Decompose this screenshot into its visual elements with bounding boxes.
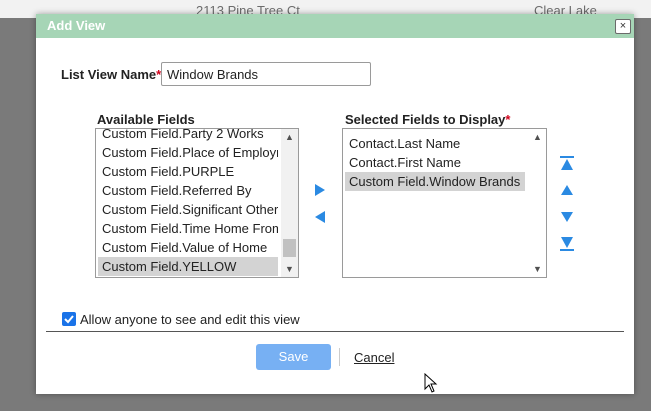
checkmark-icon (64, 315, 74, 324)
move-to-bottom-icon[interactable] (560, 236, 574, 251)
available-field-item[interactable]: Custom Field.Significant Other (98, 200, 278, 219)
move-left-icon[interactable] (314, 210, 326, 224)
scroll-down-icon[interactable]: ▼ (529, 262, 546, 276)
selected-fields-label-text: Selected Fields to Display (345, 112, 506, 127)
dialog-title-bar: Add View × (36, 14, 634, 38)
scroll-down-icon[interactable]: ▼ (281, 262, 298, 276)
dialog-title: Add View (47, 18, 106, 33)
selected-field-item-selected[interactable]: Custom Field.Window Brands (345, 172, 525, 191)
selected-fields-scrollbar[interactable]: ▲ ▼ (529, 129, 546, 277)
available-field-item[interactable]: Custom Field.Referred By (98, 181, 278, 200)
available-field-item[interactable]: Custom Field.Party 2 Works (98, 129, 278, 143)
available-field-item[interactable]: Custom Field.Time Home From (98, 219, 278, 238)
available-field-item[interactable]: Custom Field.PURPLE (98, 162, 278, 181)
button-separator (339, 348, 340, 366)
save-button[interactable]: Save (256, 344, 331, 370)
scroll-up-icon[interactable]: ▲ (529, 130, 546, 144)
cancel-link[interactable]: Cancel (354, 350, 394, 365)
scroll-thumb[interactable] (283, 239, 296, 257)
close-icon[interactable]: × (615, 19, 631, 34)
move-down-icon[interactable] (560, 211, 574, 223)
selected-fields-label: Selected Fields to Display* (345, 112, 510, 127)
list-view-name-input[interactable] (161, 62, 371, 86)
available-fields-label: Available Fields (97, 112, 195, 127)
available-field-item-selected[interactable]: Custom Field.YELLOW (98, 257, 278, 276)
footer-divider (46, 331, 624, 332)
add-view-dialog: Add View × List View Name* Available Fie… (36, 14, 634, 394)
scroll-up-icon[interactable]: ▲ (281, 130, 298, 144)
selected-field-item[interactable]: Contact.Last Name (345, 134, 525, 153)
allow-edit-label: Allow anyone to see and edit this view (80, 312, 300, 327)
available-fields-scrollbar[interactable]: ▲ ▼ (281, 129, 298, 277)
move-to-top-icon[interactable] (560, 156, 574, 171)
list-view-name-label: List View Name* (61, 67, 161, 82)
move-up-icon[interactable] (560, 184, 574, 196)
selected-fields-list[interactable]: Contact.Last Name Contact.First Name Cus… (342, 128, 547, 278)
allow-edit-checkbox[interactable] (62, 312, 76, 326)
move-right-icon[interactable] (314, 183, 326, 197)
list-view-name-label-text: List View Name (61, 67, 157, 82)
available-field-item[interactable]: Custom Field.Place of Employment (98, 143, 278, 162)
mouse-pointer-icon (424, 373, 438, 393)
selected-field-item[interactable]: Contact.First Name (345, 153, 525, 172)
available-fields-list[interactable]: Custom Field.Party 2 Works Custom Field.… (95, 128, 299, 278)
required-marker: * (505, 112, 511, 127)
available-field-item[interactable]: Custom Field.Value of Home (98, 238, 278, 257)
